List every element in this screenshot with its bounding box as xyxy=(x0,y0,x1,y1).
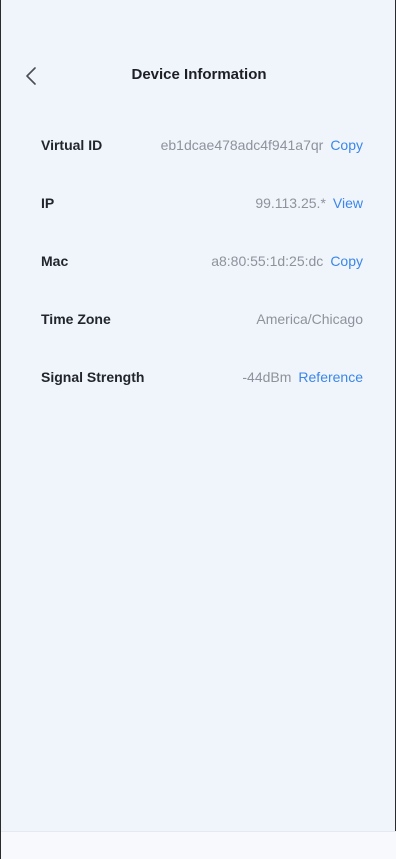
info-list: Virtual ID eb1dcae478adc4f941a7qr Copy I… xyxy=(1,127,396,417)
copy-mac-button[interactable]: Copy xyxy=(330,253,363,269)
view-ip-button[interactable]: View xyxy=(333,195,363,211)
page-title: Device Information xyxy=(131,66,267,83)
signal-strength-value: -44dBm xyxy=(242,369,292,385)
ip-label: IP xyxy=(41,195,55,211)
ip-row: IP 99.113.25.* View xyxy=(1,185,396,243)
virtual-id-value-group: eb1dcae478adc4f941a7qr Copy xyxy=(161,137,363,153)
mac-label: Mac xyxy=(41,253,69,269)
ip-value: 99.113.25.* xyxy=(255,195,326,211)
header-bar: Device Information xyxy=(1,58,396,94)
signal-strength-label: Signal Strength xyxy=(41,369,145,385)
copy-virtual-id-button[interactable]: Copy xyxy=(330,137,363,153)
bottom-safe-area xyxy=(1,831,396,859)
time-zone-value: America/Chicago xyxy=(256,311,363,327)
mac-row: Mac a8:80:55:1d:25:dc Copy xyxy=(1,243,396,301)
signal-strength-value-group: -44dBm Reference xyxy=(242,369,363,385)
device-info-screen: Device Information Virtual ID eb1dcae478… xyxy=(0,0,396,859)
virtual-id-label: Virtual ID xyxy=(41,137,103,153)
time-zone-row: Time Zone America/Chicago xyxy=(1,301,396,359)
signal-reference-link[interactable]: Reference xyxy=(298,369,363,385)
ip-value-group: 99.113.25.* View xyxy=(255,195,363,211)
time-zone-value-group: America/Chicago xyxy=(256,311,363,327)
virtual-id-value: eb1dcae478adc4f941a7qr xyxy=(160,137,324,153)
mac-value-group: a8:80:55:1d:25:dc Copy xyxy=(211,253,363,269)
mac-value: a8:80:55:1d:25:dc xyxy=(211,253,324,269)
time-zone-label: Time Zone xyxy=(41,311,111,327)
virtual-id-row: Virtual ID eb1dcae478adc4f941a7qr Copy xyxy=(1,127,396,185)
signal-strength-row: Signal Strength -44dBm Reference xyxy=(1,359,396,417)
